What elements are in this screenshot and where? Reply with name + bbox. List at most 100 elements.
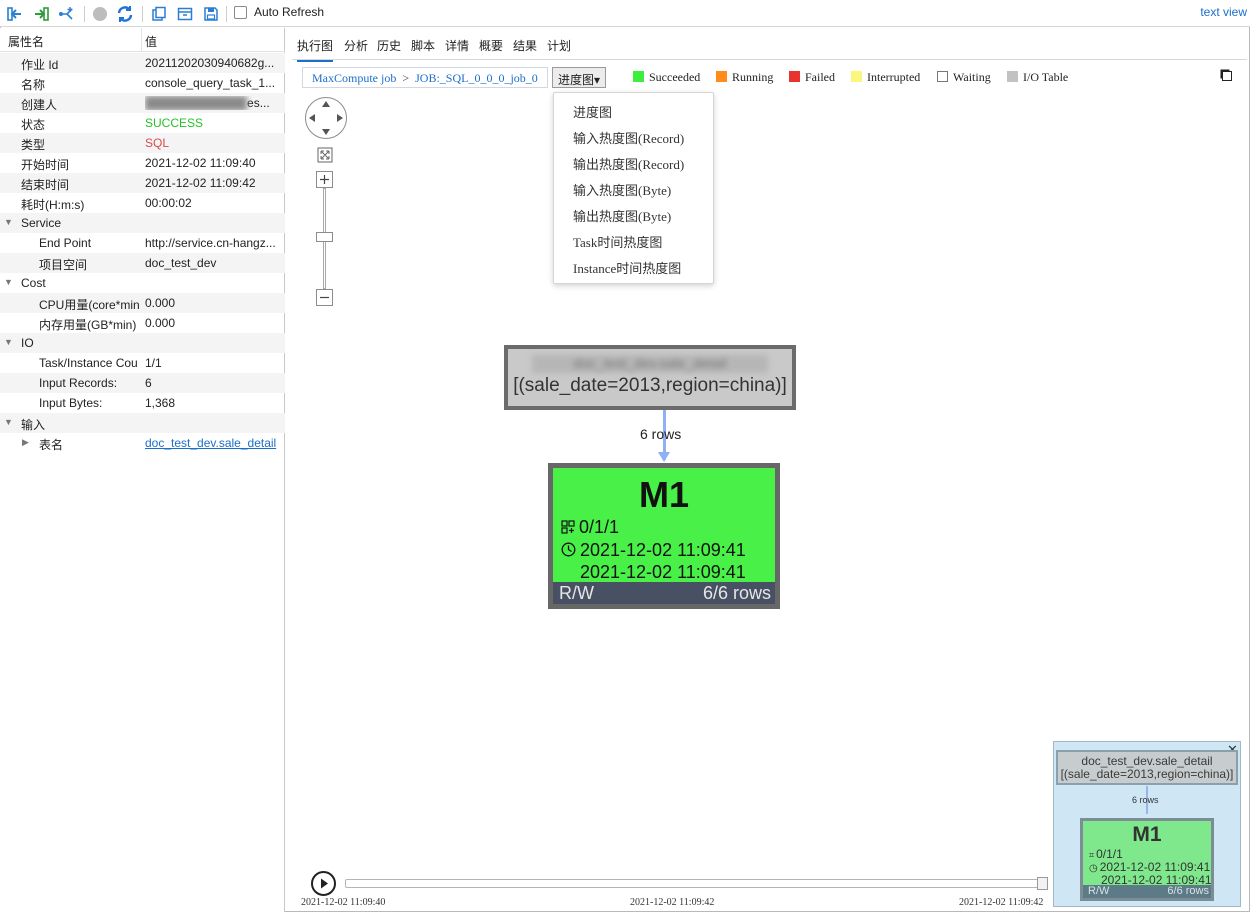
property-row: 状态 SUCCESS xyxy=(0,113,285,133)
property-value: 0.000 xyxy=(145,296,176,310)
property-link[interactable]: doc_test_dev.sale_detail xyxy=(145,436,283,450)
breadcrumb-root[interactable]: MaxCompute job xyxy=(312,71,396,85)
tab-summary[interactable]: 概要 xyxy=(479,37,503,54)
forward-icon[interactable] xyxy=(32,5,50,23)
menu-item-input-heat-record[interactable]: 输入热度图(Record) xyxy=(573,128,684,147)
open-icon[interactable] xyxy=(176,5,194,23)
timeline-track[interactable] xyxy=(345,879,1046,888)
property-row: Input Bytes: 1,368 xyxy=(0,393,285,413)
minimap-time-line: ◷ 2021-12-02 11:09:41 xyxy=(1089,860,1210,874)
task-rows: 6/6 rows xyxy=(702,583,771,603)
task-start-time: 2021-12-02 11:09:41 xyxy=(580,540,746,560)
task-time-line: 2021-12-02 11:09:41 xyxy=(561,540,746,561)
minimap-start: 2021-12-02 11:09:41 xyxy=(1099,860,1211,874)
copy-icon[interactable] xyxy=(150,5,168,23)
edge-arrow-icon xyxy=(658,452,670,462)
legend-swatch xyxy=(1007,71,1018,82)
menu-item-task-time-heat[interactable]: Task时间热度图 xyxy=(573,232,662,251)
property-key: 类型 xyxy=(21,138,46,152)
text-view-link[interactable]: text view xyxy=(1200,5,1247,19)
property-key: 耗时(H:m:s) xyxy=(21,198,85,212)
auto-refresh-checkbox[interactable] xyxy=(234,6,247,19)
property-group[interactable]: ▼ 输入 xyxy=(0,413,285,433)
menu-item-instance-time-heat[interactable]: Instance时间热度图 xyxy=(573,258,681,277)
tab-details[interactable]: 详情 xyxy=(445,37,469,54)
creator-suffix: es... xyxy=(247,96,270,110)
legend-swatch xyxy=(851,71,862,82)
toolbar: Auto Refresh text view xyxy=(0,0,1250,27)
property-key: IO xyxy=(21,336,34,350)
property-row: 项目空间 doc_test_dev xyxy=(0,253,285,273)
expand-toggle-icon[interactable]: ▼ xyxy=(4,417,13,427)
tab-history[interactable]: 历史 xyxy=(377,37,401,54)
save-icon[interactable] xyxy=(202,5,220,23)
timeline-end-label: 2021-12-02 11:09:42 xyxy=(959,897,1044,908)
property-key: 输入 xyxy=(21,418,46,432)
legend-label: Running xyxy=(732,70,774,84)
property-group[interactable]: ▼ Cost xyxy=(0,273,285,293)
expand-toggle-icon[interactable]: ▼ xyxy=(4,217,13,227)
back-icon[interactable] xyxy=(6,5,24,23)
property-value: 6 xyxy=(145,376,152,390)
play-button[interactable] xyxy=(311,871,336,896)
view-selector-button[interactable]: 进度图▾ xyxy=(552,67,606,88)
stop-icon[interactable] xyxy=(91,5,109,23)
minimap-instances: 0/1/1 xyxy=(1096,847,1123,861)
legend-label: Succeeded xyxy=(649,70,701,84)
timeline-mid-label: 2021-12-02 11:09:42 xyxy=(630,897,715,908)
tab-result[interactable]: 结果 xyxy=(513,37,537,54)
zoom-in-button[interactable] xyxy=(316,171,333,188)
menu-item-input-heat-byte[interactable]: 输入热度图(Byte) xyxy=(573,180,671,199)
edge-label: 6 rows xyxy=(640,426,682,442)
legend-item: Running xyxy=(716,70,773,85)
breadcrumb: MaxCompute job > JOB:_SQL_0_0_0_job_0 xyxy=(302,67,548,88)
tab-script[interactable]: 脚本 xyxy=(411,37,435,54)
property-row: 创建人 ████████████es... xyxy=(0,93,285,113)
header-name: 属性名 xyxy=(8,35,45,49)
graph-icon[interactable] xyxy=(58,5,76,23)
fit-view-icon[interactable] xyxy=(316,146,333,163)
tab-plan[interactable]: 计划 xyxy=(547,37,571,54)
zoom-out-button[interactable] xyxy=(316,289,333,306)
input-table-node[interactable]: doc_test_dev.sale_detail [(sale_date=201… xyxy=(504,345,796,410)
properties-header: 属性名 值 xyxy=(0,28,285,52)
collapse-toggle-icon[interactable]: ▶ xyxy=(22,437,29,448)
property-group[interactable]: ▼ IO xyxy=(0,333,285,353)
property-value: http://service.cn-hangz... xyxy=(145,236,276,250)
expand-toggle-icon[interactable]: ▼ xyxy=(4,337,13,347)
fullscreen-icon[interactable] xyxy=(1220,69,1232,81)
minimap-io: R/W xyxy=(1088,885,1110,897)
breadcrumb-job[interactable]: JOB:_SQL_0_0_0_job_0 xyxy=(415,71,538,85)
minimap-task-node: M1 ⌗ 0/1/1 ◷ 2021-12-02 11:09:41 2021-12-0… xyxy=(1080,818,1214,901)
property-row: ▶ 表名 doc_test_dev.sale_detail xyxy=(0,433,285,453)
refresh-icon[interactable] xyxy=(116,5,134,23)
property-value: ████████████es... xyxy=(145,96,283,110)
clock-icon xyxy=(561,542,576,557)
task-instances: 0/1/1 xyxy=(579,517,620,537)
task-node-m1[interactable]: M1 0/1/1 2021-12-02 11:09:41 2021-12-02 … xyxy=(548,463,780,609)
property-value: doc_test_dev xyxy=(145,256,217,270)
task-footer: R/W 6/6 rows xyxy=(553,582,775,604)
timeline-handle[interactable] xyxy=(1037,877,1048,890)
minimap-instances-line: ⌗ 0/1/1 xyxy=(1089,847,1123,861)
menu-item-output-heat-byte[interactable]: 输出热度图(Byte) xyxy=(573,206,671,225)
pan-control[interactable] xyxy=(305,97,347,139)
minimap-rows: 6/6 rows xyxy=(1167,885,1209,897)
property-value: 20211202030940682g... xyxy=(145,56,275,70)
property-key: 结束时间 xyxy=(21,178,70,192)
property-row: End Point http://service.cn-hangz... xyxy=(0,233,285,253)
expand-toggle-icon[interactable]: ▼ xyxy=(4,277,13,287)
menu-item-output-heat-record[interactable]: 输出热度图(Record) xyxy=(573,154,684,173)
property-group[interactable]: ▼ Service xyxy=(0,213,285,233)
property-value: 2021-12-02 11:09:42 xyxy=(145,176,256,190)
legend-item: Waiting xyxy=(937,70,991,85)
legend-item: Interrupted xyxy=(851,70,920,85)
minimap-task-name: M1 xyxy=(1132,823,1162,846)
tab-execution-graph[interactable]: 执行图 xyxy=(297,37,334,62)
breadcrumb-separator: > xyxy=(402,71,410,85)
tab-analysis[interactable]: 分析 xyxy=(344,37,368,54)
property-value: 1/1 xyxy=(145,356,162,370)
zoom-slider-handle[interactable] xyxy=(316,232,333,242)
legend-item: Failed xyxy=(789,70,835,85)
menu-item-progress[interactable]: 进度图 xyxy=(573,102,612,121)
